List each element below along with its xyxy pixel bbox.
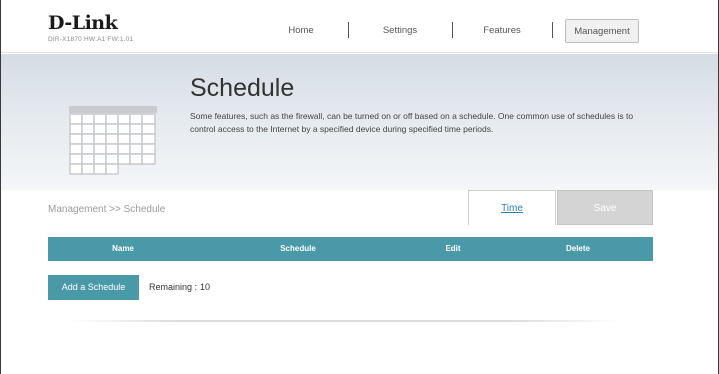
dlink-logo[interactable]: D-Link xyxy=(48,12,118,34)
page-description: Some features, such as the firewall, can… xyxy=(190,111,634,134)
column-header-delete: Delete xyxy=(565,244,590,253)
nav-separator xyxy=(452,22,453,38)
top-header: D-Link DIR-X1870 HW:A1 FW:1.01 Home Sett… xyxy=(1,0,718,53)
breadcrumb: Management >> Schedule xyxy=(48,204,166,215)
remaining-value: 10 xyxy=(200,282,211,292)
column-header-edit: Edit xyxy=(445,244,461,253)
column-header-schedule: Schedule xyxy=(280,244,316,253)
section-divider xyxy=(69,320,621,322)
remaining-count: Remaining :10 xyxy=(149,282,210,292)
nav-features[interactable]: Features xyxy=(473,19,531,43)
nav-settings[interactable]: Settings xyxy=(371,19,429,43)
nav-home[interactable]: Home xyxy=(273,19,329,43)
remaining-label: Remaining : xyxy=(149,282,198,292)
page-title: Schedule xyxy=(190,74,295,102)
calendar-icon xyxy=(69,106,159,183)
time-button[interactable]: Time xyxy=(468,190,556,225)
model-info: DIR-X1870 HW:A1 FW:1.01 xyxy=(48,36,134,43)
schedule-table-header: Name Schedule Edit Delete xyxy=(48,237,653,261)
add-schedule-button[interactable]: Add a Schedule xyxy=(48,275,139,300)
page-banner: Schedule Some features, such as the fire… xyxy=(1,54,718,190)
save-button[interactable]: Save xyxy=(557,190,653,225)
nav-separator xyxy=(348,22,349,38)
column-header-name: Name xyxy=(112,244,134,253)
nav-management[interactable]: Management xyxy=(565,19,639,43)
app-window: D-Link DIR-X1870 HW:A1 FW:1.01 Home Sett… xyxy=(0,0,719,374)
nav-separator xyxy=(552,22,553,38)
